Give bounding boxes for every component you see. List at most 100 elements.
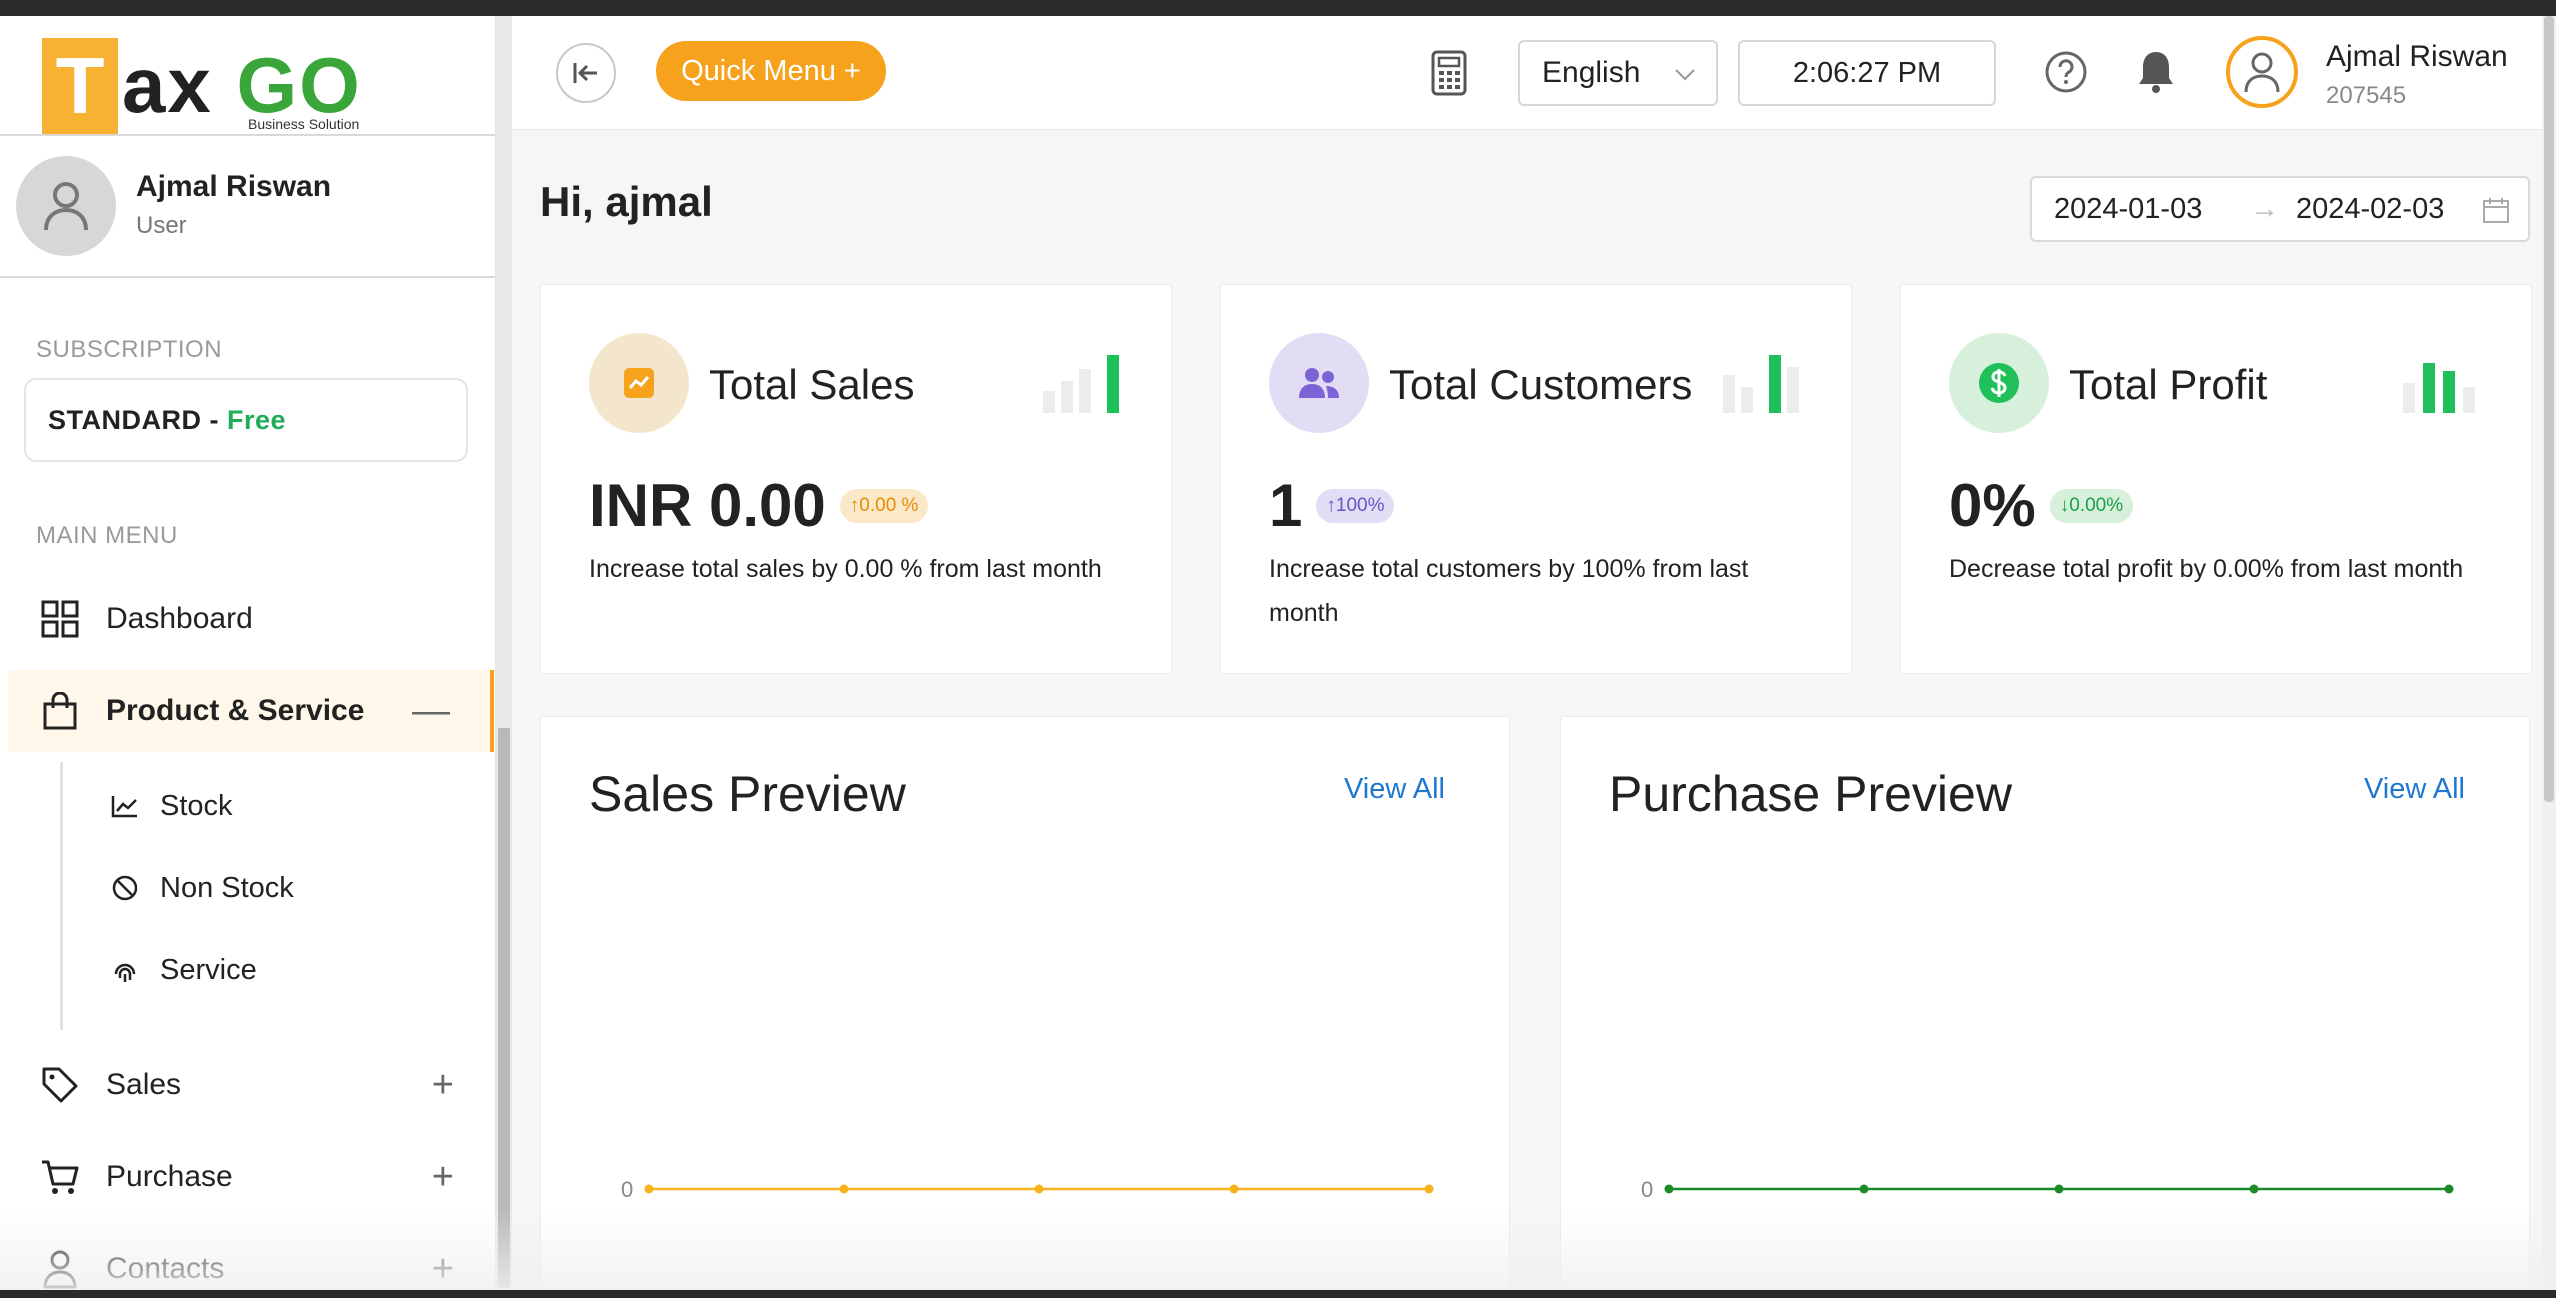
mini-bars-icon: [1723, 355, 1799, 413]
scrollbar-thumb[interactable]: [498, 728, 510, 1288]
help-icon[interactable]: [2044, 50, 2088, 94]
sidebar-item-product-service[interactable]: Product & Service —: [8, 670, 494, 752]
users-icon: [1299, 368, 1339, 398]
stat-icon-wrap: [589, 333, 689, 433]
submenu-guide: [60, 762, 63, 1030]
mini-bars-icon: [1043, 355, 1119, 413]
app-window: T ax GO Business Solution Ajmal Riswan U…: [0, 16, 2556, 1290]
purchase-preview-chart: 0: [1641, 1177, 2454, 1202]
date-to[interactable]: 2024-02-03: [2296, 193, 2444, 226]
sidebar-item-contacts[interactable]: Contacts +: [8, 1228, 494, 1290]
sidebar-item-purchase[interactable]: Purchase +: [8, 1136, 494, 1218]
data-point: [1229, 1184, 1239, 1194]
chart-icon: [624, 368, 654, 398]
subscription-plan[interactable]: STANDARD - Free: [24, 378, 468, 462]
sidebar: T ax GO Business Solution Ajmal Riswan U…: [0, 16, 496, 1290]
y-tick-label: 0: [1641, 1177, 1653, 1202]
language-select[interactable]: English: [1518, 40, 1718, 106]
expand-toggle[interactable]: +: [432, 1156, 454, 1199]
data-point: [644, 1184, 654, 1194]
plan-tier: Free: [227, 404, 287, 435]
language-value: English: [1542, 56, 1641, 89]
plan-name: STANDARD: [48, 404, 202, 435]
data-point: [2444, 1184, 2454, 1194]
stat-icon-wrap: [1269, 333, 1369, 433]
sidebar-subitem-stock[interactable]: Stock: [108, 776, 233, 836]
subscription-label: SUBSCRIPTION: [36, 336, 223, 363]
main-menu-label: MAIN MENU: [36, 522, 178, 549]
stat-value-text: INR 0.00: [589, 472, 826, 539]
sidebar-item-label: Purchase: [106, 1160, 233, 1193]
data-point: [1859, 1184, 1869, 1194]
quick-menu-button[interactable]: Quick Menu +: [656, 41, 886, 101]
data-point: [1664, 1184, 1674, 1194]
topbar-user-name[interactable]: Ajmal Riswan: [2326, 40, 2508, 74]
expand-toggle[interactable]: +: [432, 1248, 454, 1291]
user-avatar[interactable]: [2226, 36, 2298, 108]
stat-description: Decrease total profit by 0.00% from last…: [1949, 555, 2464, 583]
logo-text-dark: ax: [122, 41, 213, 129]
chevron-down-icon: [1675, 69, 1695, 81]
date-from[interactable]: 2024-01-03: [2054, 193, 2202, 226]
view-all-link[interactable]: View All: [1344, 773, 1445, 806]
stat-value: 0% ↓0.00%: [1949, 471, 2134, 540]
expand-toggle[interactable]: +: [432, 1064, 454, 1107]
profile-name: Ajmal Riswan: [136, 170, 332, 203]
sidebar-profile[interactable]: Ajmal Riswan User: [0, 136, 495, 278]
sidebar-item-label: Sales: [106, 1068, 182, 1101]
topbar-user-id: 207545: [2326, 82, 2407, 109]
sidebar-item-label: Dashboard: [106, 602, 253, 635]
stat-card-total-customers: Total Customers 1 ↑100% Increase total c…: [1220, 284, 1852, 674]
stock-chart-icon: [108, 794, 142, 818]
calculator-icon[interactable]: [1430, 50, 1468, 96]
date-range-picker[interactable]: 2024-01-03 → 2024-02-03: [2030, 176, 2530, 242]
sidebar-subitem-service[interactable]: Service: [108, 940, 257, 1000]
cart-icon: [40, 1157, 80, 1197]
sales-preview-card: Sales Preview View All 0: [540, 716, 1510, 1290]
mini-bars-icon: [2403, 363, 2475, 413]
sidebar-subitem-non-stock[interactable]: Non Stock: [108, 858, 294, 918]
stat-value-text: 1: [1269, 472, 1303, 539]
stop-icon: [108, 874, 142, 902]
sidebar-item-label: Contacts: [106, 1252, 225, 1285]
data-point: [2054, 1184, 2064, 1194]
user-icon: [40, 1249, 80, 1289]
arrow-right-icon: →: [2250, 192, 2279, 225]
topbar: Quick Menu + English 2:06:27 PM Ajmal Ri…: [512, 16, 2542, 130]
sidebar-scrollbar[interactable]: [496, 16, 512, 1290]
scrollbar-thumb[interactable]: [2544, 16, 2554, 802]
profile-role: User: [136, 212, 187, 239]
view-all-link[interactable]: View All: [2364, 773, 2465, 806]
bell-icon[interactable]: [2136, 48, 2176, 94]
logo-letter: T: [42, 38, 118, 134]
shopping-bag-icon: [40, 691, 80, 731]
stat-value-text: 0%: [1949, 472, 2036, 539]
clock-display: 2:06:27 PM: [1738, 40, 1996, 106]
grid-icon: [40, 599, 80, 639]
calendar-icon: [2483, 198, 2509, 223]
collapse-left-icon: [573, 63, 597, 83]
sidebar-subitem-label: Stock: [160, 789, 233, 822]
avatar: [16, 156, 116, 256]
sidebar-item-sales[interactable]: Sales +: [8, 1044, 494, 1126]
main-scrollbar[interactable]: [2542, 16, 2556, 1290]
collapse-toggle[interactable]: —: [412, 690, 450, 733]
stat-icon-wrap: [1949, 333, 2049, 433]
stat-value: 1 ↑100%: [1269, 471, 1395, 540]
fingerprint-icon: [108, 956, 142, 984]
stat-description: Increase total customers by 100% from la…: [1269, 555, 1749, 627]
logo-tagline: Business Solution: [248, 116, 360, 132]
stat-description: Increase total sales by 0.00 % from last…: [589, 555, 1102, 583]
logo[interactable]: T ax GO Business Solution: [0, 16, 495, 136]
data-point: [1424, 1184, 1434, 1194]
stat-card-total-profit: Total Profit 0% ↓0.00% Decrease total pr…: [1900, 284, 2532, 674]
page-title: Hi, ajmal: [540, 178, 713, 225]
preview-title: Purchase Preview: [1609, 766, 2012, 822]
trend-badge: ↑100%: [1316, 488, 1395, 523]
sidebar-item-dashboard[interactable]: Dashboard: [8, 578, 494, 660]
plan-separator: -: [209, 404, 219, 435]
dollar-icon: [1979, 363, 2019, 403]
collapse-sidebar-button[interactable]: [556, 43, 616, 103]
sidebar-subitem-label: Non Stock: [160, 871, 294, 904]
purchase-preview-card: Purchase Preview View All 0: [1560, 716, 2530, 1290]
